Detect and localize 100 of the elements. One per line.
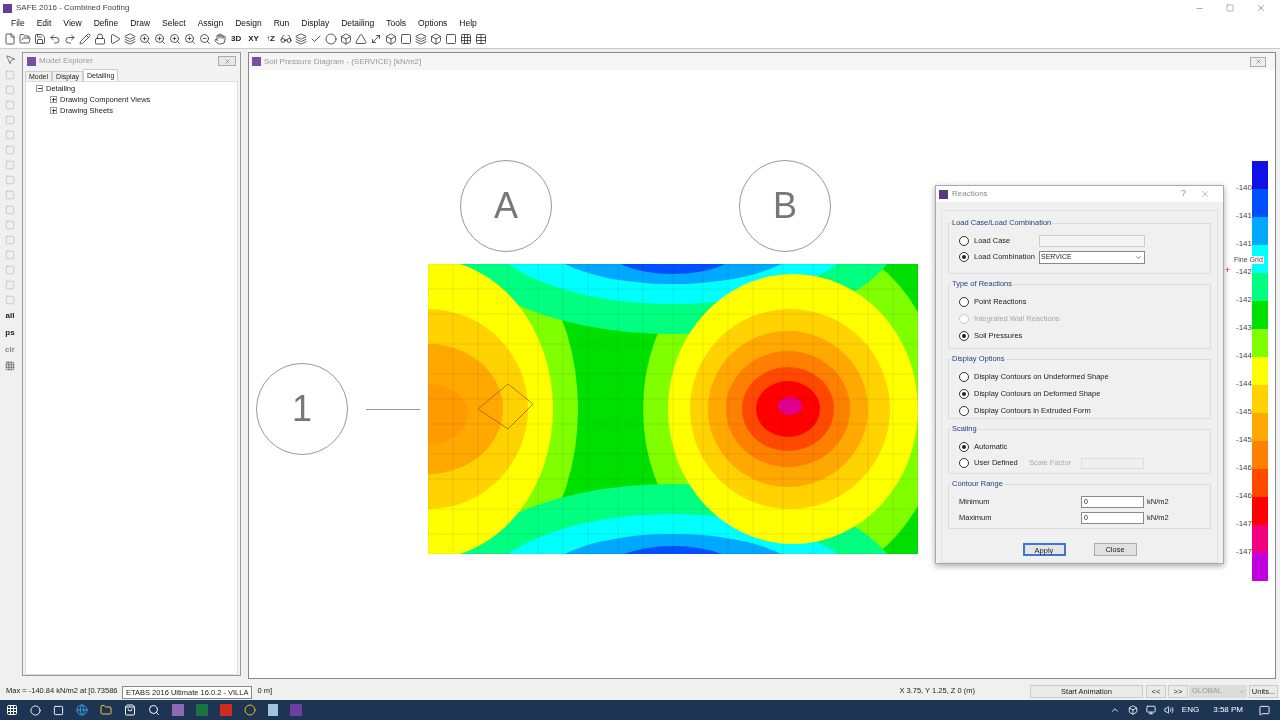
close-icon xyxy=(223,57,231,65)
toolbar-icon[interactable] xyxy=(294,33,307,45)
menu-item[interactable]: Assign xyxy=(197,16,224,30)
toolbar-icon[interactable] xyxy=(214,33,226,45)
toolbar-icon[interactable] xyxy=(79,33,91,45)
toolbar-icon[interactable] xyxy=(64,33,76,45)
start-icon[interactable] xyxy=(6,704,18,716)
help-button[interactable]: ? xyxy=(1181,187,1186,201)
toolbar-icon[interactable] xyxy=(384,33,397,45)
toolbar-icon[interactable] xyxy=(369,33,382,45)
menu-item[interactable]: Run xyxy=(273,16,290,30)
toolbar-icon[interactable] xyxy=(279,33,292,45)
toolbar-icon[interactable] xyxy=(49,33,61,45)
legend-label: -147 xyxy=(1235,546,1252,558)
view-title: Soil Pressure Diagram - (SERVICE) [kN/m2] xyxy=(264,55,422,68)
search-icon[interactable] xyxy=(30,704,41,716)
toolbar-icon[interactable] xyxy=(444,33,457,45)
tool-button[interactable]: ps xyxy=(5,327,15,339)
caret-icon xyxy=(1238,687,1245,695)
notification-icon[interactable] xyxy=(1259,704,1270,716)
legend-label: -142 xyxy=(1235,266,1252,278)
menu-item[interactable]: Detailing xyxy=(341,16,375,30)
tool-button[interactable]: all xyxy=(5,310,15,322)
expand-icon[interactable] xyxy=(50,96,57,103)
menu-item[interactable]: Draw xyxy=(130,16,151,30)
toolbar-icon[interactable] xyxy=(474,33,487,45)
toolbar-icon[interactable] xyxy=(34,33,46,45)
pointer-icon[interactable] xyxy=(4,54,16,65)
legend-label: -142 xyxy=(1235,294,1252,306)
toolbar-icon[interactable] xyxy=(414,33,427,45)
store-icon[interactable] xyxy=(124,704,136,716)
load-case-field[interactable] xyxy=(1039,235,1145,247)
menu-item[interactable]: Design xyxy=(235,16,262,30)
grid-bubble: 1 xyxy=(256,363,348,455)
contour-band xyxy=(428,384,468,444)
language-indicator[interactable]: ENG xyxy=(1181,704,1200,716)
toolbar-icon[interactable] xyxy=(429,33,442,45)
view-icon xyxy=(252,57,261,66)
caret-icon xyxy=(1135,253,1142,261)
toolbar-icon[interactable] xyxy=(199,33,211,45)
dialog-title: Reactions xyxy=(952,188,988,200)
menu-item[interactable]: Edit xyxy=(36,16,52,30)
legend-label: -144 xyxy=(1235,350,1252,362)
radio-button[interactable] xyxy=(959,389,969,399)
grid-tool-icon[interactable] xyxy=(5,361,15,371)
browser-icon[interactable] xyxy=(76,704,88,716)
folder-icon[interactable] xyxy=(100,704,112,716)
chevron-icon[interactable] xyxy=(1109,705,1120,715)
legend-label: -141 xyxy=(1235,210,1252,222)
menu-item[interactable]: View xyxy=(63,16,82,30)
radio-button[interactable] xyxy=(959,442,969,452)
menu-item[interactable]: Select xyxy=(162,16,186,30)
network-icon[interactable] xyxy=(1145,705,1156,715)
volume-icon[interactable] xyxy=(1163,705,1174,715)
toolbar-icon[interactable] xyxy=(309,33,322,45)
radio-button[interactable] xyxy=(959,297,969,307)
toolbar-icon[interactable] xyxy=(109,33,121,45)
grid-bubble: B xyxy=(739,160,831,252)
toolbar-icon[interactable] xyxy=(139,33,151,45)
menu-item[interactable]: Tools xyxy=(386,16,407,30)
radio-button[interactable] xyxy=(959,331,969,341)
legend-label: -146 xyxy=(1235,462,1252,474)
radio-button[interactable] xyxy=(959,406,969,416)
toolbar-icon[interactable] xyxy=(354,33,367,45)
menu-item[interactable]: Help xyxy=(459,16,477,30)
toolbar-button[interactable]: 3D xyxy=(229,33,244,45)
menu-item[interactable]: File xyxy=(11,16,25,30)
toolbar-icon[interactable] xyxy=(154,33,166,45)
toolbar-icon[interactable] xyxy=(459,33,472,45)
panel-icon xyxy=(27,56,36,66)
menu-item[interactable]: Define xyxy=(93,16,119,30)
grid-bubble: A xyxy=(460,160,552,252)
toolbar-icon[interactable] xyxy=(169,33,181,45)
radio-button[interactable] xyxy=(959,458,969,468)
radio-button[interactable] xyxy=(959,252,969,262)
cursor-mark: + xyxy=(1225,266,1231,275)
clock[interactable]: 3:58 PM xyxy=(1213,704,1243,716)
toolbar-icon[interactable] xyxy=(94,33,106,45)
toolbar-icon[interactable] xyxy=(124,33,136,45)
tray-icon[interactable] xyxy=(1127,705,1138,715)
legend-label: -144 xyxy=(1235,378,1252,390)
radio-button[interactable] xyxy=(959,372,969,382)
radio-button[interactable] xyxy=(959,236,969,246)
menu-item[interactable]: Display xyxy=(301,16,330,30)
toolbar-button[interactable]: XY xyxy=(246,33,261,45)
grid-line xyxy=(366,409,420,410)
toolbar-icon[interactable] xyxy=(399,33,412,45)
toolbar-icon[interactable] xyxy=(184,33,196,45)
toolbar-button[interactable]: ↑Z xyxy=(263,33,277,45)
menu-item[interactable]: Options xyxy=(418,16,448,30)
panel-title: Model Explorer xyxy=(39,55,93,67)
window-title: SAFE 2016 - Combined Footing xyxy=(16,2,130,14)
collapse-icon[interactable] xyxy=(36,85,43,92)
expand-icon[interactable] xyxy=(50,107,57,114)
legend-label: -145 xyxy=(1235,406,1252,418)
task-view-icon[interactable] xyxy=(53,704,64,716)
close-icon xyxy=(1254,58,1262,65)
legend-label: -146 xyxy=(1235,490,1252,502)
toolbar-icon[interactable] xyxy=(339,33,352,45)
footing-outline xyxy=(477,383,534,430)
